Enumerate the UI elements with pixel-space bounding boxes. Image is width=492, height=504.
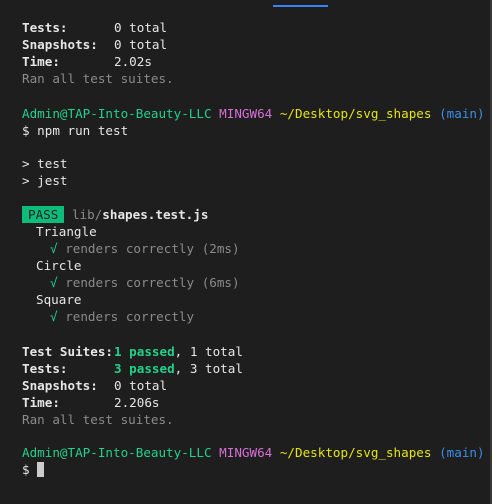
tests-label: Tests: (22, 361, 68, 376)
terminal-panel[interactable]: Tests: 0 total Snapshots: 0 total Time: 2.0… (0, 0, 492, 504)
script-line-jest: > jest (22, 173, 68, 188)
command-line: $ npm run test (22, 123, 129, 138)
summary-tests-line: Tests: 0 total (22, 19, 167, 36)
check-icon: √ (50, 241, 58, 256)
ran-all-text: Ran all test suites. (22, 71, 174, 86)
file-dir: lib/ (71, 207, 103, 222)
test-time: (2ms) (201, 241, 240, 256)
tests-value: 0 total (114, 20, 168, 35)
time-label: Time: (22, 54, 60, 69)
tests-passed: 3 passed (114, 361, 175, 376)
summary-time-line: Time: 2.206s (22, 394, 160, 411)
test-result-square: √ renders correctly (50, 308, 194, 325)
test-name: renders correctly (65, 309, 195, 324)
group-triangle: Triangle (36, 224, 97, 239)
script-line-test: > test (22, 156, 68, 171)
check-icon: √ (50, 275, 58, 290)
shell-prompt: Admin@TAP-Into-Beauty-LLC MINGW64 ~/Desk… (22, 105, 485, 122)
file-name: shapes.test.js (102, 207, 209, 222)
tests-total: , 3 total (174, 361, 243, 376)
pass-badge: PASS (22, 206, 65, 223)
dollar-prompt: $ (22, 462, 38, 477)
tests-label: Tests: (22, 20, 68, 35)
env-name: MINGW64 (219, 106, 273, 121)
text-cursor (37, 462, 45, 477)
snapshots-label: Snapshots: (22, 37, 98, 52)
test-time: (6ms) (201, 275, 240, 290)
group-circle: Circle (36, 258, 82, 273)
snapshots-label: Snapshots: (22, 378, 98, 393)
suites-total: , 1 total (174, 344, 243, 359)
suites-passed: 1 passed (114, 344, 175, 359)
test-result-triangle: √ renders correctly (2ms) (50, 240, 240, 257)
summary-snapshots-line: Snapshots: 0 total (22, 36, 167, 53)
summary-snapshots-line: Snapshots: 0 total (22, 377, 167, 394)
cwd-path: ~/Desktop/svg_shapes (279, 445, 432, 460)
summary-time-line: Time: 2.02s (22, 53, 152, 70)
cwd-path: ~/Desktop/svg_shapes (279, 106, 432, 121)
summary-tests-line: Tests: 3 passed, 3 total (22, 360, 243, 377)
active-tab-indicator (273, 5, 328, 7)
test-name: renders correctly (65, 275, 195, 290)
git-branch: (main) (439, 445, 485, 460)
git-branch: (main) (439, 106, 485, 121)
time-label: Time: (22, 395, 60, 410)
time-value: 2.02s (114, 54, 152, 69)
group-square: Square (36, 292, 82, 307)
time-value: 2.206s (114, 395, 160, 410)
snapshots-value: 0 total (114, 378, 168, 393)
ran-all-text: Ran all test suites. (22, 412, 174, 427)
suites-label: Test Suites: (22, 344, 113, 359)
input-line[interactable]: $ (22, 461, 45, 478)
pass-result-line: PASS lib/shapes.test.js (22, 206, 208, 223)
snapshots-value: 0 total (114, 37, 168, 52)
summary-suites-line: Test Suites:1 passed, 1 total (22, 343, 243, 360)
shell-prompt: Admin@TAP-Into-Beauty-LLC MINGW64 ~/Desk… (22, 444, 485, 461)
test-name: renders correctly (65, 241, 195, 256)
env-name: MINGW64 (219, 445, 273, 460)
user-host: Admin@TAP-Into-Beauty-LLC (22, 106, 212, 121)
user-host: Admin@TAP-Into-Beauty-LLC (22, 445, 212, 460)
check-icon: √ (50, 309, 58, 324)
test-result-circle: √ renders correctly (6ms) (50, 274, 240, 291)
